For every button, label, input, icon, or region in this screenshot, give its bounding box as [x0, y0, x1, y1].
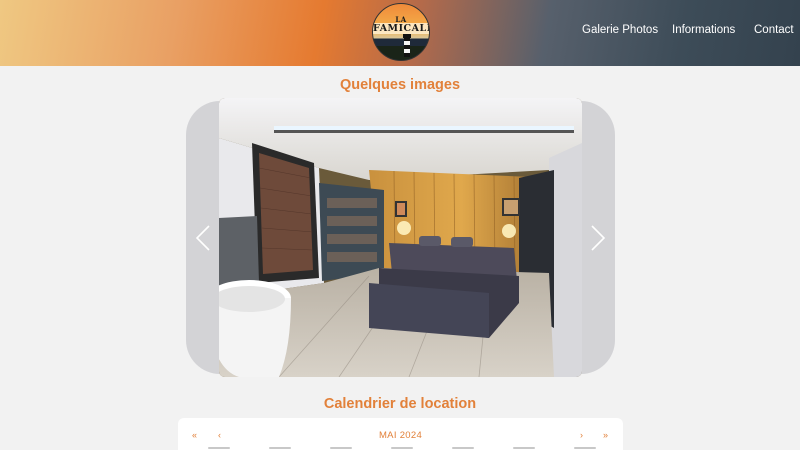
rental-calendar: « ‹ MAI 2024 › » — [178, 418, 623, 450]
bedroom-photo — [219, 98, 582, 377]
weekday-header-cell — [513, 447, 535, 449]
next-year-button[interactable]: » — [603, 430, 608, 440]
weekday-header-cell — [574, 447, 596, 449]
weekday-header-cell — [330, 447, 352, 449]
logo-text-line2: FAMICALE — [373, 23, 430, 34]
calendar-month-label[interactable]: MAI 2024 — [178, 430, 623, 441]
photo-illustration — [219, 98, 582, 377]
lighthouse-tower — [404, 37, 410, 57]
nav-informations[interactable]: Informations — [672, 24, 735, 36]
logo-trees — [373, 46, 429, 60]
chevron-left-icon[interactable] — [194, 224, 212, 252]
weekday-header-cell — [452, 447, 474, 449]
chevron-right-icon[interactable] — [589, 224, 607, 252]
nav-contact[interactable]: Contact — [754, 24, 794, 36]
weekday-header-cell — [391, 447, 413, 449]
site-header: LA FAMICALE Galerie Photos Informations … — [0, 0, 800, 66]
site-logo[interactable]: LA FAMICALE — [372, 3, 430, 61]
weekday-header-cell — [208, 447, 230, 449]
calendar-title: Calendrier de location — [323, 396, 477, 412]
weekday-header-cell — [269, 447, 291, 449]
nav-galerie-photos[interactable]: Galerie Photos — [582, 24, 658, 36]
next-month-button[interactable]: › — [580, 430, 583, 440]
gallery-title: Quelques images — [339, 77, 461, 93]
